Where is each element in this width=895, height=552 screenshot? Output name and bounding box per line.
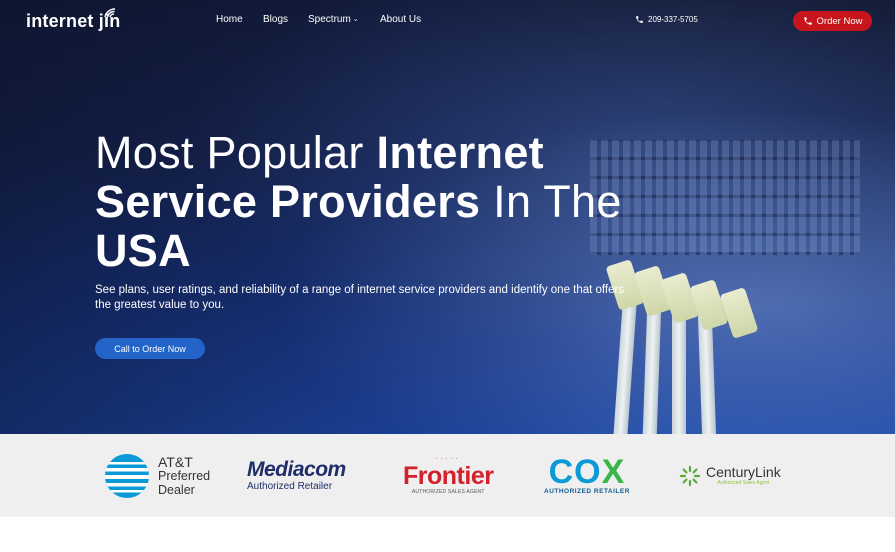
cox-x: X	[601, 453, 626, 491]
cox-co: CO	[548, 453, 602, 491]
att-logo[interactable]: AT&T Preferred Dealer	[104, 434, 210, 517]
order-now-button[interactable]: Order Now	[793, 11, 872, 31]
att-line2: Preferred	[158, 468, 211, 483]
hero-subtext: See plans, user ratings, and reliability…	[95, 284, 625, 311]
partner-logos-strip: AT&T Preferred Dealer Mediacom Authorize…	[0, 434, 895, 517]
phone-icon	[636, 16, 643, 23]
cox-name: COX	[544, 453, 630, 491]
hero-headline: Most Popular Internet Service Providers …	[95, 128, 655, 275]
centurylink-name: CenturyLink	[706, 464, 781, 480]
mediacom-name: Mediacom	[247, 457, 346, 481]
phone-number: 209-337-5705	[648, 15, 698, 24]
centurylink-text: CenturyLink Authorized Sales Agent	[706, 464, 781, 487]
frontier-name: Frontier	[403, 461, 494, 490]
att-name: AT&T	[158, 453, 193, 470]
mediacom-logo[interactable]: Mediacom Authorized Retailer	[247, 434, 346, 517]
att-line3: Dealer	[158, 482, 195, 497]
cable-image	[672, 305, 686, 434]
nav-spectrum-label: Spectrum	[308, 14, 351, 25]
headline-part: Most Popular	[95, 127, 377, 178]
phone-link[interactable]: 209-337-5705	[635, 15, 698, 24]
mediacom-text: Mediacom Authorized Retailer	[247, 457, 346, 493]
cox-text: COX AUTHORIZED RETAILER	[544, 453, 630, 495]
nav-home[interactable]: Home	[216, 14, 243, 25]
cox-logo[interactable]: COX AUTHORIZED RETAILER	[544, 434, 630, 517]
nav-spectrum[interactable]: Spectrum ⌄	[308, 14, 359, 25]
chevron-down-icon: ⌄	[352, 16, 359, 23]
phone-icon	[803, 17, 812, 25]
order-now-label: Order Now	[816, 15, 863, 27]
wifi-icon	[104, 8, 116, 18]
call-to-order-button[interactable]: Call to Order Now	[95, 338, 205, 359]
site-logo[interactable]: internet jin	[26, 8, 120, 32]
hero-section: internet jin Home Blogs Spectrum ⌄ About …	[0, 0, 895, 434]
cox-sub: AUTHORIZED RETAILER	[544, 488, 630, 495]
headline-part: In The	[480, 176, 622, 227]
nav-blogs[interactable]: Blogs	[263, 14, 288, 25]
att-globe-icon	[105, 453, 149, 498]
frontier-text: ····· Frontier AUTHORIZED SALES AGENT	[403, 456, 494, 495]
frontier-logo[interactable]: ····· Frontier AUTHORIZED SALES AGENT	[403, 434, 494, 517]
att-text: AT&T Preferred Dealer	[158, 455, 210, 497]
centurylink-logo[interactable]: CenturyLink Authorized Sales Agent	[679, 434, 781, 517]
centurylink-burst-icon	[679, 465, 701, 486]
centurylink-sub: Authorized Sales Agent	[717, 480, 770, 486]
frontier-sub: AUTHORIZED SALES AGENT	[411, 488, 485, 495]
headline-bold: USA	[95, 225, 191, 276]
mediacom-sub: Authorized Retailer	[247, 480, 333, 492]
nav-about-us[interactable]: About Us	[380, 14, 421, 25]
